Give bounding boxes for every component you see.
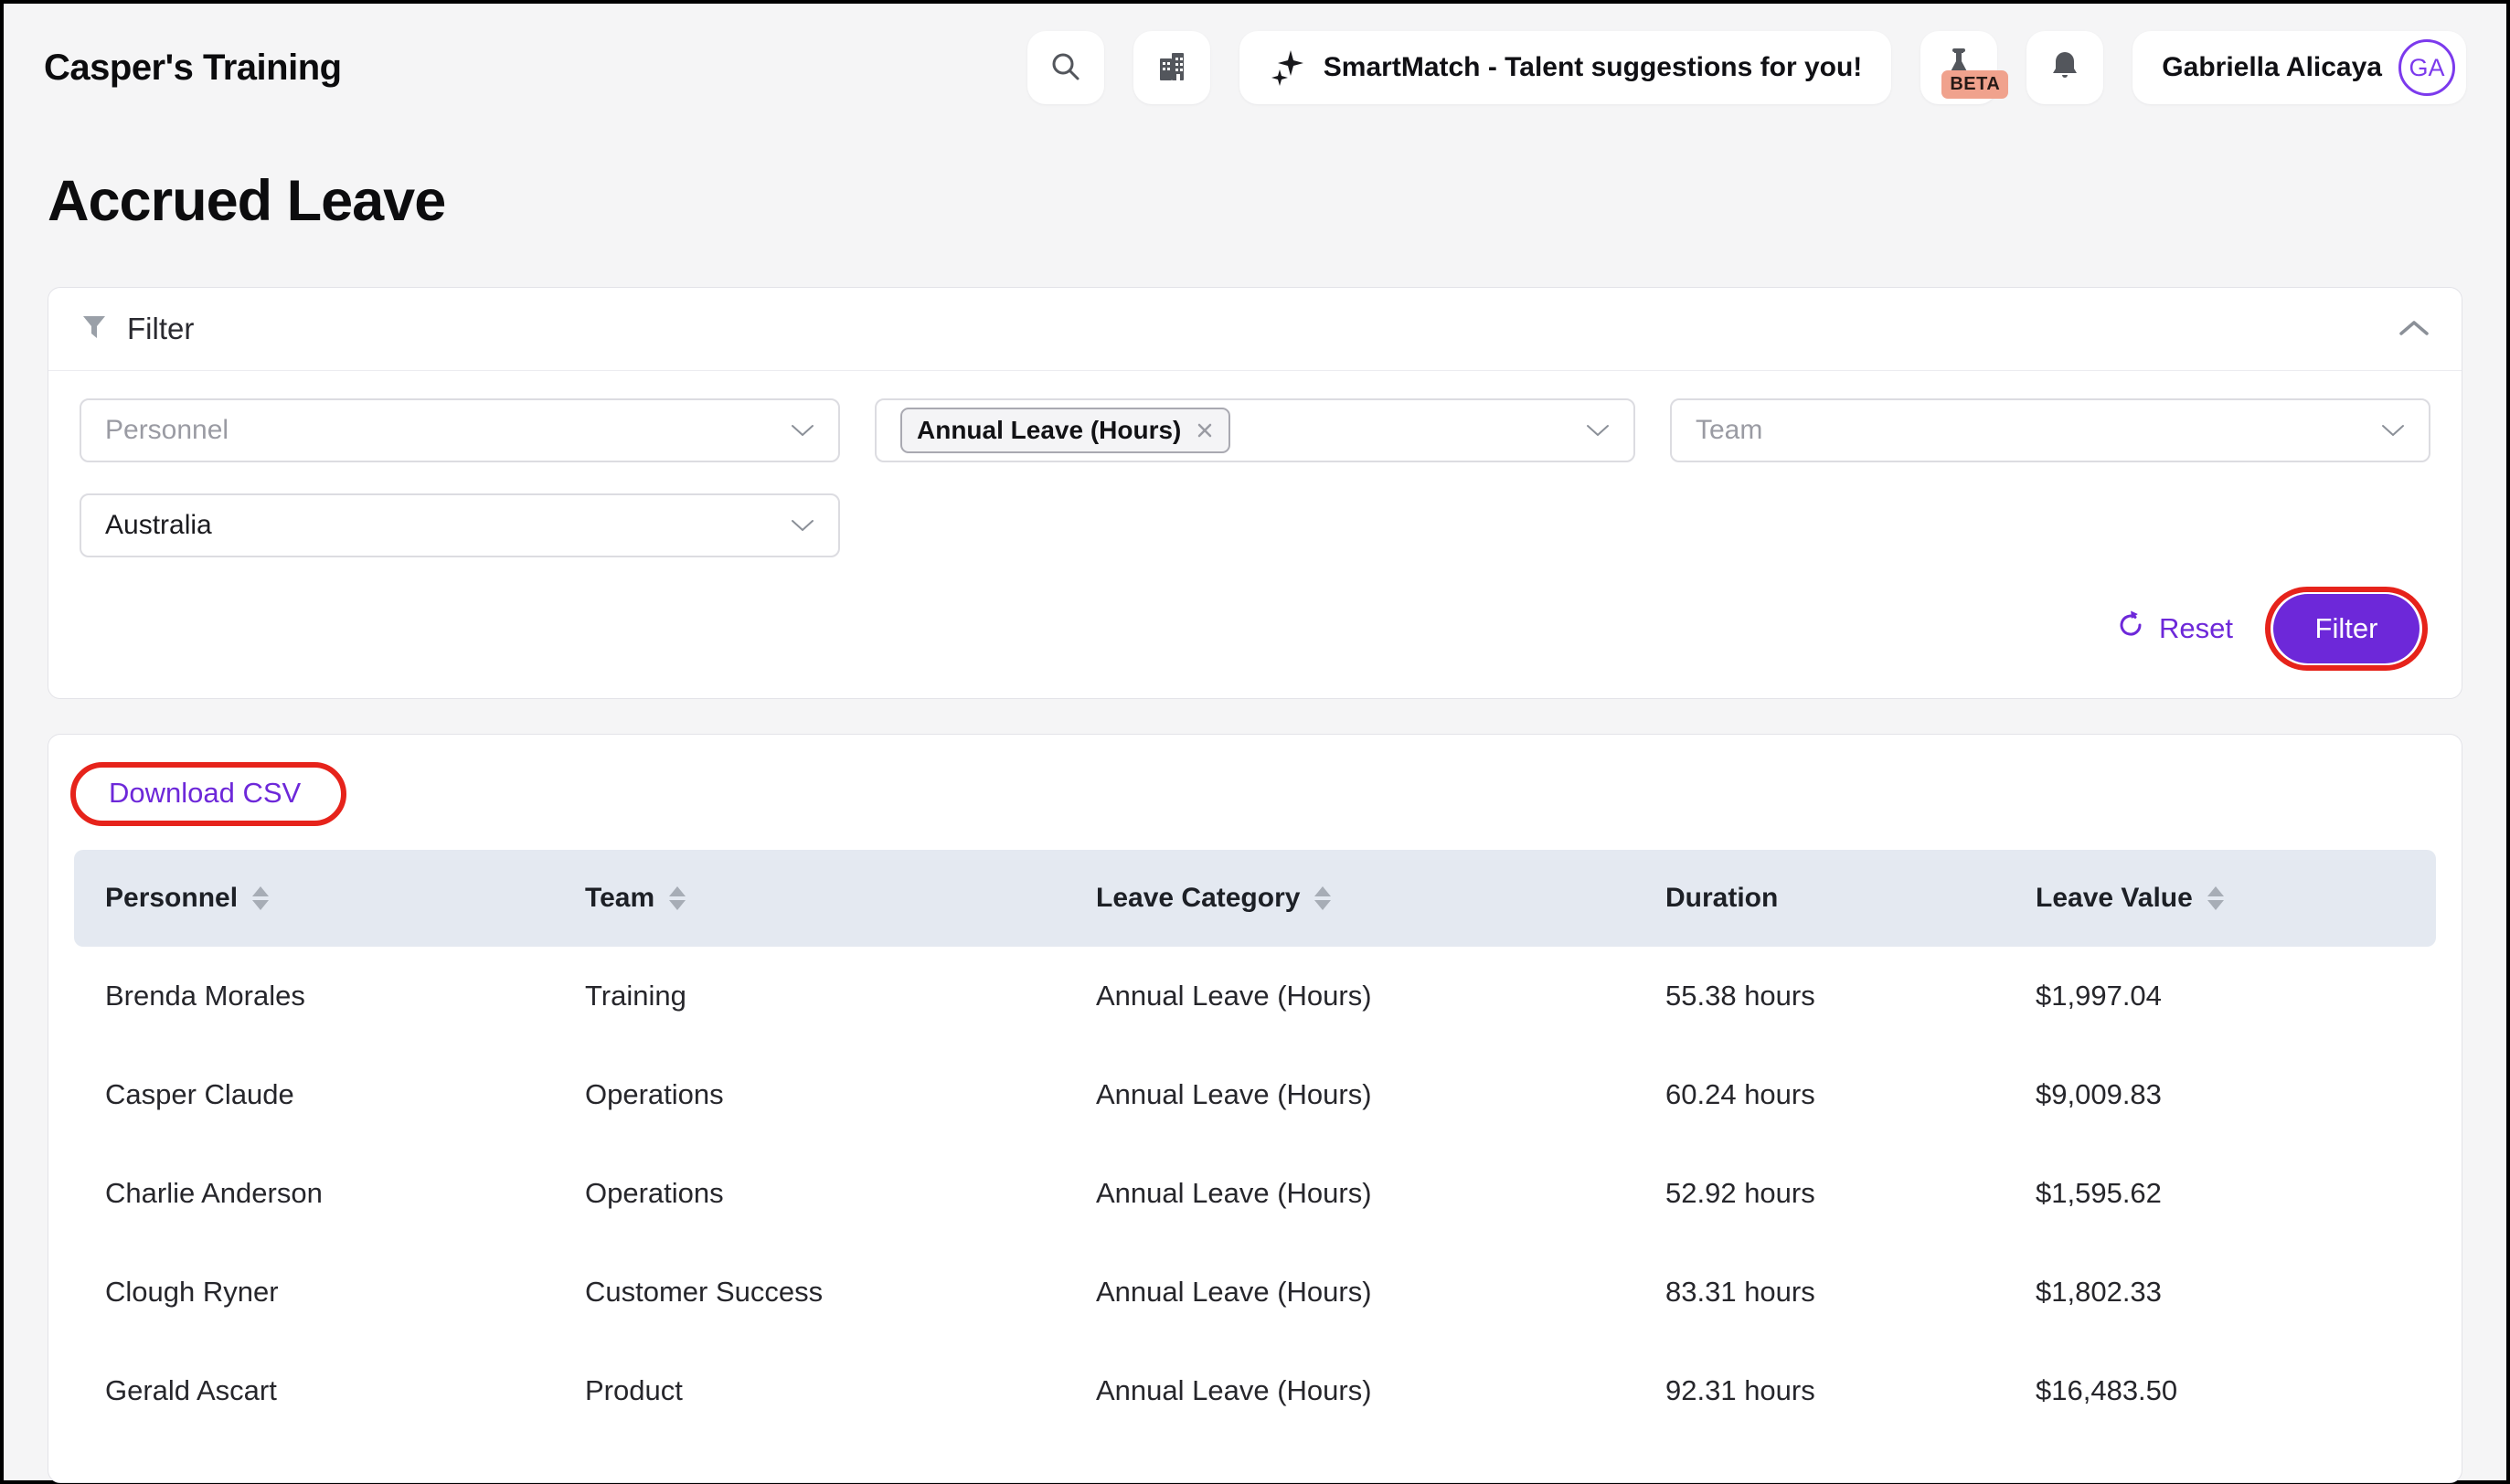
selected-leave-category-tag: Annual Leave (Hours) — [900, 408, 1230, 453]
cell-duration: 92.31 hours — [1634, 1374, 2005, 1407]
sort-icon — [1314, 886, 1331, 910]
sparkles-icon — [1269, 48, 1307, 89]
cell-team: Training — [554, 980, 1065, 1012]
column-header-team[interactable]: Team — [554, 883, 1065, 914]
table-row: Casper Claude Operations Annual Leave (H… — [74, 1045, 2436, 1144]
app-title: Casper's Training — [44, 48, 342, 89]
country-select-value: Australia — [105, 510, 212, 541]
collapse-filter-button[interactable] — [2398, 319, 2430, 340]
chevron-down-icon — [791, 424, 814, 437]
cell-team: Operations — [554, 1078, 1065, 1111]
column-label: Leave Value — [2036, 883, 2193, 914]
table-row: Gerald Ascart Product Annual Leave (Hour… — [74, 1341, 2436, 1440]
cell-duration: 55.38 hours — [1634, 980, 2005, 1012]
table-row: Clough Ryner Customer Success Annual Lea… — [74, 1243, 2436, 1341]
avatar: GA — [2398, 39, 2455, 96]
table-row: Charlie Anderson Operations Annual Leave… — [74, 1144, 2436, 1243]
beta-badge: BETA — [1941, 70, 2008, 99]
cell-personnel: Brenda Morales — [74, 980, 554, 1012]
cell-personnel: Clough Ryner — [74, 1276, 554, 1309]
filter-panel-title: Filter — [127, 312, 194, 346]
table-body: Brenda Morales Training Annual Leave (Ho… — [74, 947, 2436, 1440]
column-label: Personnel — [105, 883, 238, 914]
team-select-placeholder: Team — [1696, 415, 1762, 446]
page-title: Accrued Leave — [48, 168, 2506, 234]
cell-team: Product — [554, 1374, 1065, 1407]
user-menu-button[interactable]: Gabriella Alicaya GA — [2132, 31, 2466, 104]
filter-panel: Filter Personnel Annual Leave (Hours) — [48, 287, 2462, 699]
chevron-down-icon — [2381, 424, 2405, 437]
personnel-select[interactable]: Personnel — [80, 398, 840, 462]
chevron-up-icon — [2398, 319, 2430, 340]
column-label: Duration — [1665, 883, 1778, 914]
personnel-select-placeholder: Personnel — [105, 415, 229, 446]
cell-personnel: Charlie Anderson — [74, 1177, 554, 1210]
filter-panel-body: Personnel Annual Leave (Hours) Team — [48, 371, 2462, 698]
filter-panel-header: Filter — [48, 288, 2462, 371]
cell-leave-value: $1,595.62 — [2005, 1177, 2436, 1210]
column-header-leave-value[interactable]: Leave Value — [2005, 883, 2436, 914]
table-header-row: Personnel Team Leave Category Duration L… — [74, 850, 2436, 947]
labs-button[interactable]: BETA — [1920, 31, 1997, 104]
cell-leave-value: $16,483.50 — [2005, 1374, 2436, 1407]
user-name: Gabriella Alicaya — [2162, 52, 2382, 83]
column-header-leave-category[interactable]: Leave Category — [1065, 883, 1634, 914]
cell-leave-category: Annual Leave (Hours) — [1065, 1078, 1634, 1111]
search-button[interactable] — [1027, 31, 1104, 104]
notifications-button[interactable] — [2026, 31, 2103, 104]
column-label: Leave Category — [1096, 883, 1300, 914]
reset-icon — [2115, 610, 2146, 648]
cell-leave-value: $9,009.83 — [2005, 1078, 2436, 1111]
top-bar-actions: SmartMatch - Talent suggestions for you!… — [1027, 31, 2466, 104]
cell-leave-value: $1,802.33 — [2005, 1276, 2436, 1309]
cell-leave-category: Annual Leave (Hours) — [1065, 980, 1634, 1012]
selected-leave-category-label: Annual Leave (Hours) — [917, 416, 1181, 445]
cell-duration: 60.24 hours — [1634, 1078, 2005, 1111]
cell-duration: 52.92 hours — [1634, 1177, 2005, 1210]
cell-duration: 83.31 hours — [1634, 1276, 2005, 1309]
smartmatch-button[interactable]: SmartMatch - Talent suggestions for you! — [1239, 31, 1892, 104]
download-csv-link[interactable]: Download CSV — [109, 777, 301, 809]
top-bar: Casper's Training — [4, 4, 2506, 104]
cell-team: Customer Success — [554, 1276, 1065, 1309]
reset-label: Reset — [2159, 612, 2233, 645]
accrued-leave-table-card: Download CSV Personnel Team Leave Catego… — [48, 734, 2462, 1483]
search-icon — [1049, 50, 1082, 86]
cell-leave-category: Annual Leave (Hours) — [1065, 1374, 1634, 1407]
cell-leave-value: $1,997.04 — [2005, 980, 2436, 1012]
cell-personnel: Gerald Ascart — [74, 1374, 554, 1407]
reset-button[interactable]: Reset — [2115, 610, 2233, 648]
sort-icon — [2207, 886, 2224, 910]
table-row: Brenda Morales Training Annual Leave (Ho… — [74, 947, 2436, 1045]
cell-team: Operations — [554, 1177, 1065, 1210]
team-select[interactable]: Team — [1670, 398, 2430, 462]
cell-personnel: Casper Claude — [74, 1078, 554, 1111]
remove-tag-icon[interactable] — [1196, 421, 1214, 440]
chevron-down-icon — [791, 519, 814, 532]
sort-icon — [252, 886, 269, 910]
filter-button[interactable]: Filter — [2273, 594, 2420, 663]
column-header-duration: Duration — [1634, 883, 2005, 914]
sort-icon — [669, 886, 686, 910]
bell-icon — [2047, 48, 2082, 88]
chevron-down-icon — [1586, 424, 1610, 437]
cell-leave-category: Annual Leave (Hours) — [1065, 1177, 1634, 1210]
column-label: Team — [585, 883, 654, 914]
column-header-personnel[interactable]: Personnel — [74, 883, 554, 914]
organisation-button[interactable] — [1133, 31, 1210, 104]
country-select[interactable]: Australia — [80, 493, 840, 557]
leave-category-select[interactable]: Annual Leave (Hours) — [875, 398, 1635, 462]
cell-leave-category: Annual Leave (Hours) — [1065, 1276, 1634, 1309]
smartmatch-label: SmartMatch - Talent suggestions for you! — [1324, 52, 1863, 83]
funnel-icon — [80, 313, 109, 346]
building-icon — [1154, 49, 1189, 87]
